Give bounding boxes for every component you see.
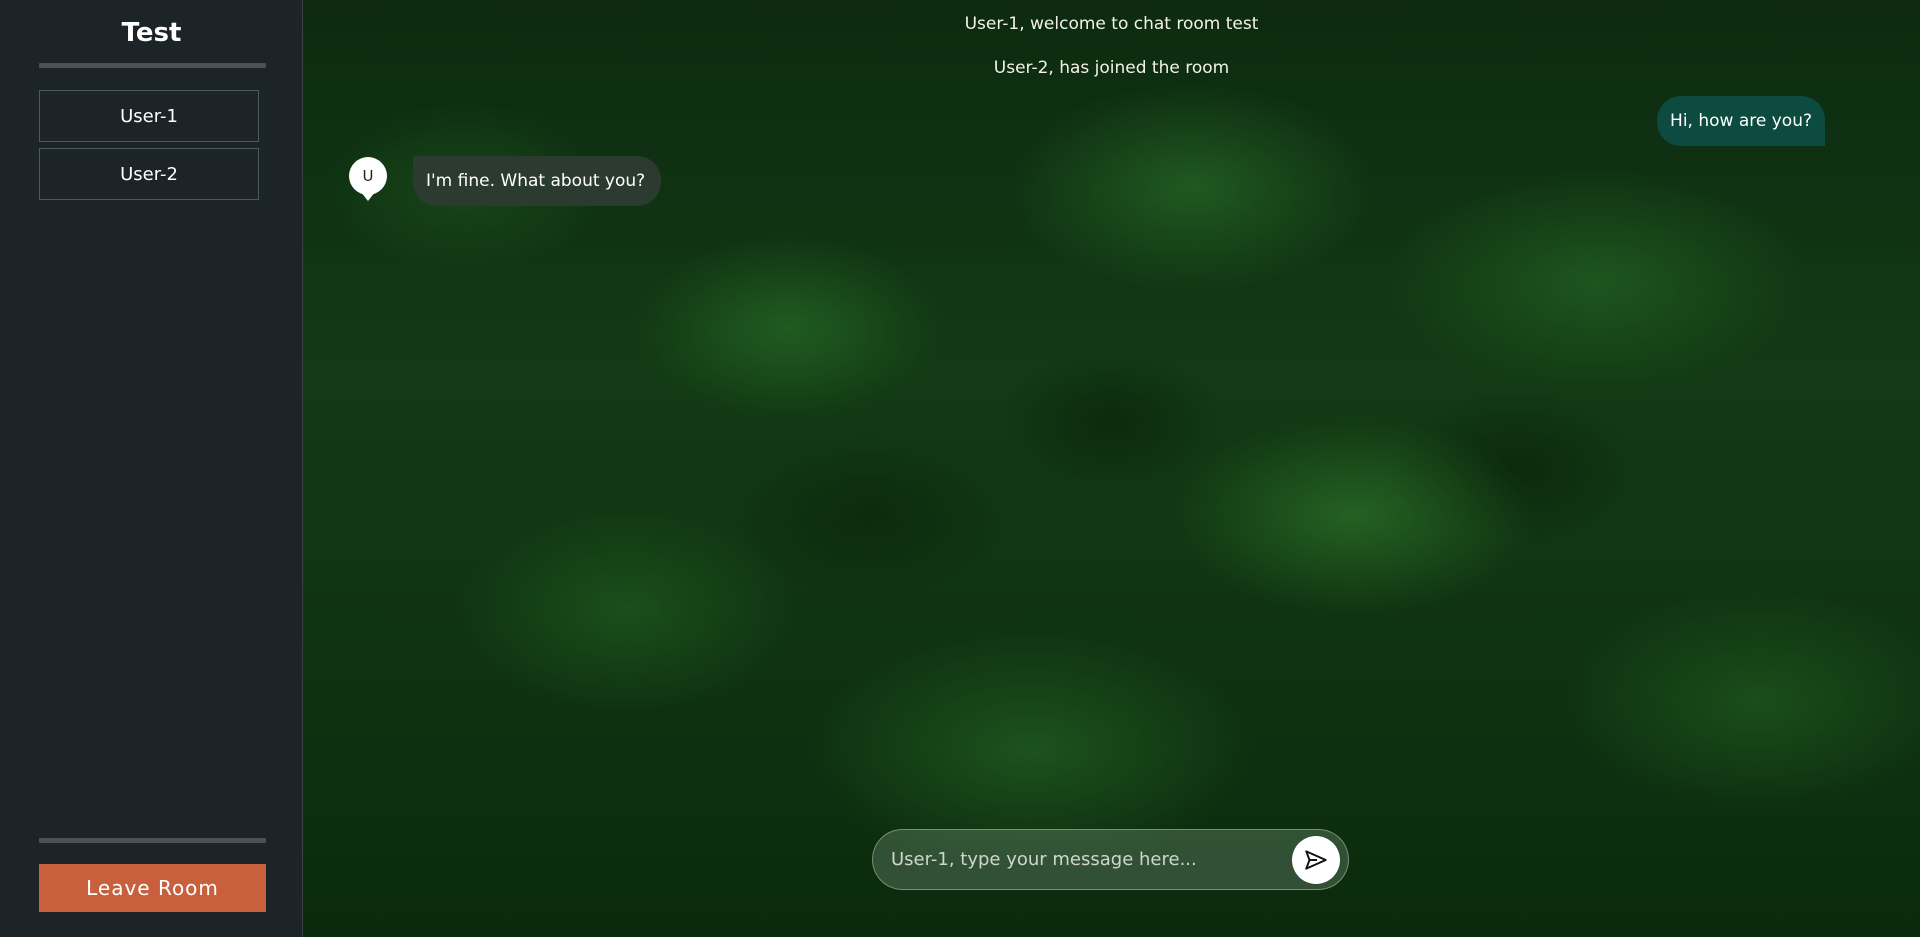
user-list-item: User-1 [39,90,259,142]
sidebar-divider-bottom [39,838,266,843]
send-icon [1303,847,1329,873]
message-composer [872,829,1349,890]
user-list: User-1 User-2 [39,90,259,206]
chat-area: User-1, welcome to chat room test User-2… [303,0,1920,937]
system-message: User-1, welcome to chat room test [964,14,1259,34]
sidebar: Test User-1 User-2 Leave Room [0,0,303,937]
incoming-message-bubble: I'm fine. What about you? [413,156,662,206]
avatar: U [349,157,387,201]
incoming-message: U I'm fine. What about you? [349,156,662,206]
outgoing-message-bubble: Hi, how are you? [1657,96,1825,146]
user-list-item: User-2 [39,148,259,200]
sidebar-divider-top [39,63,266,68]
system-message: User-2, has joined the room [993,58,1230,78]
message-input[interactable] [889,838,1292,881]
chat-app: Test User-1 User-2 Leave Room User-1, we… [0,0,1920,937]
send-button[interactable] [1292,835,1340,884]
room-title: Test [121,18,182,48]
leave-room-button[interactable]: Leave Room [39,864,266,912]
